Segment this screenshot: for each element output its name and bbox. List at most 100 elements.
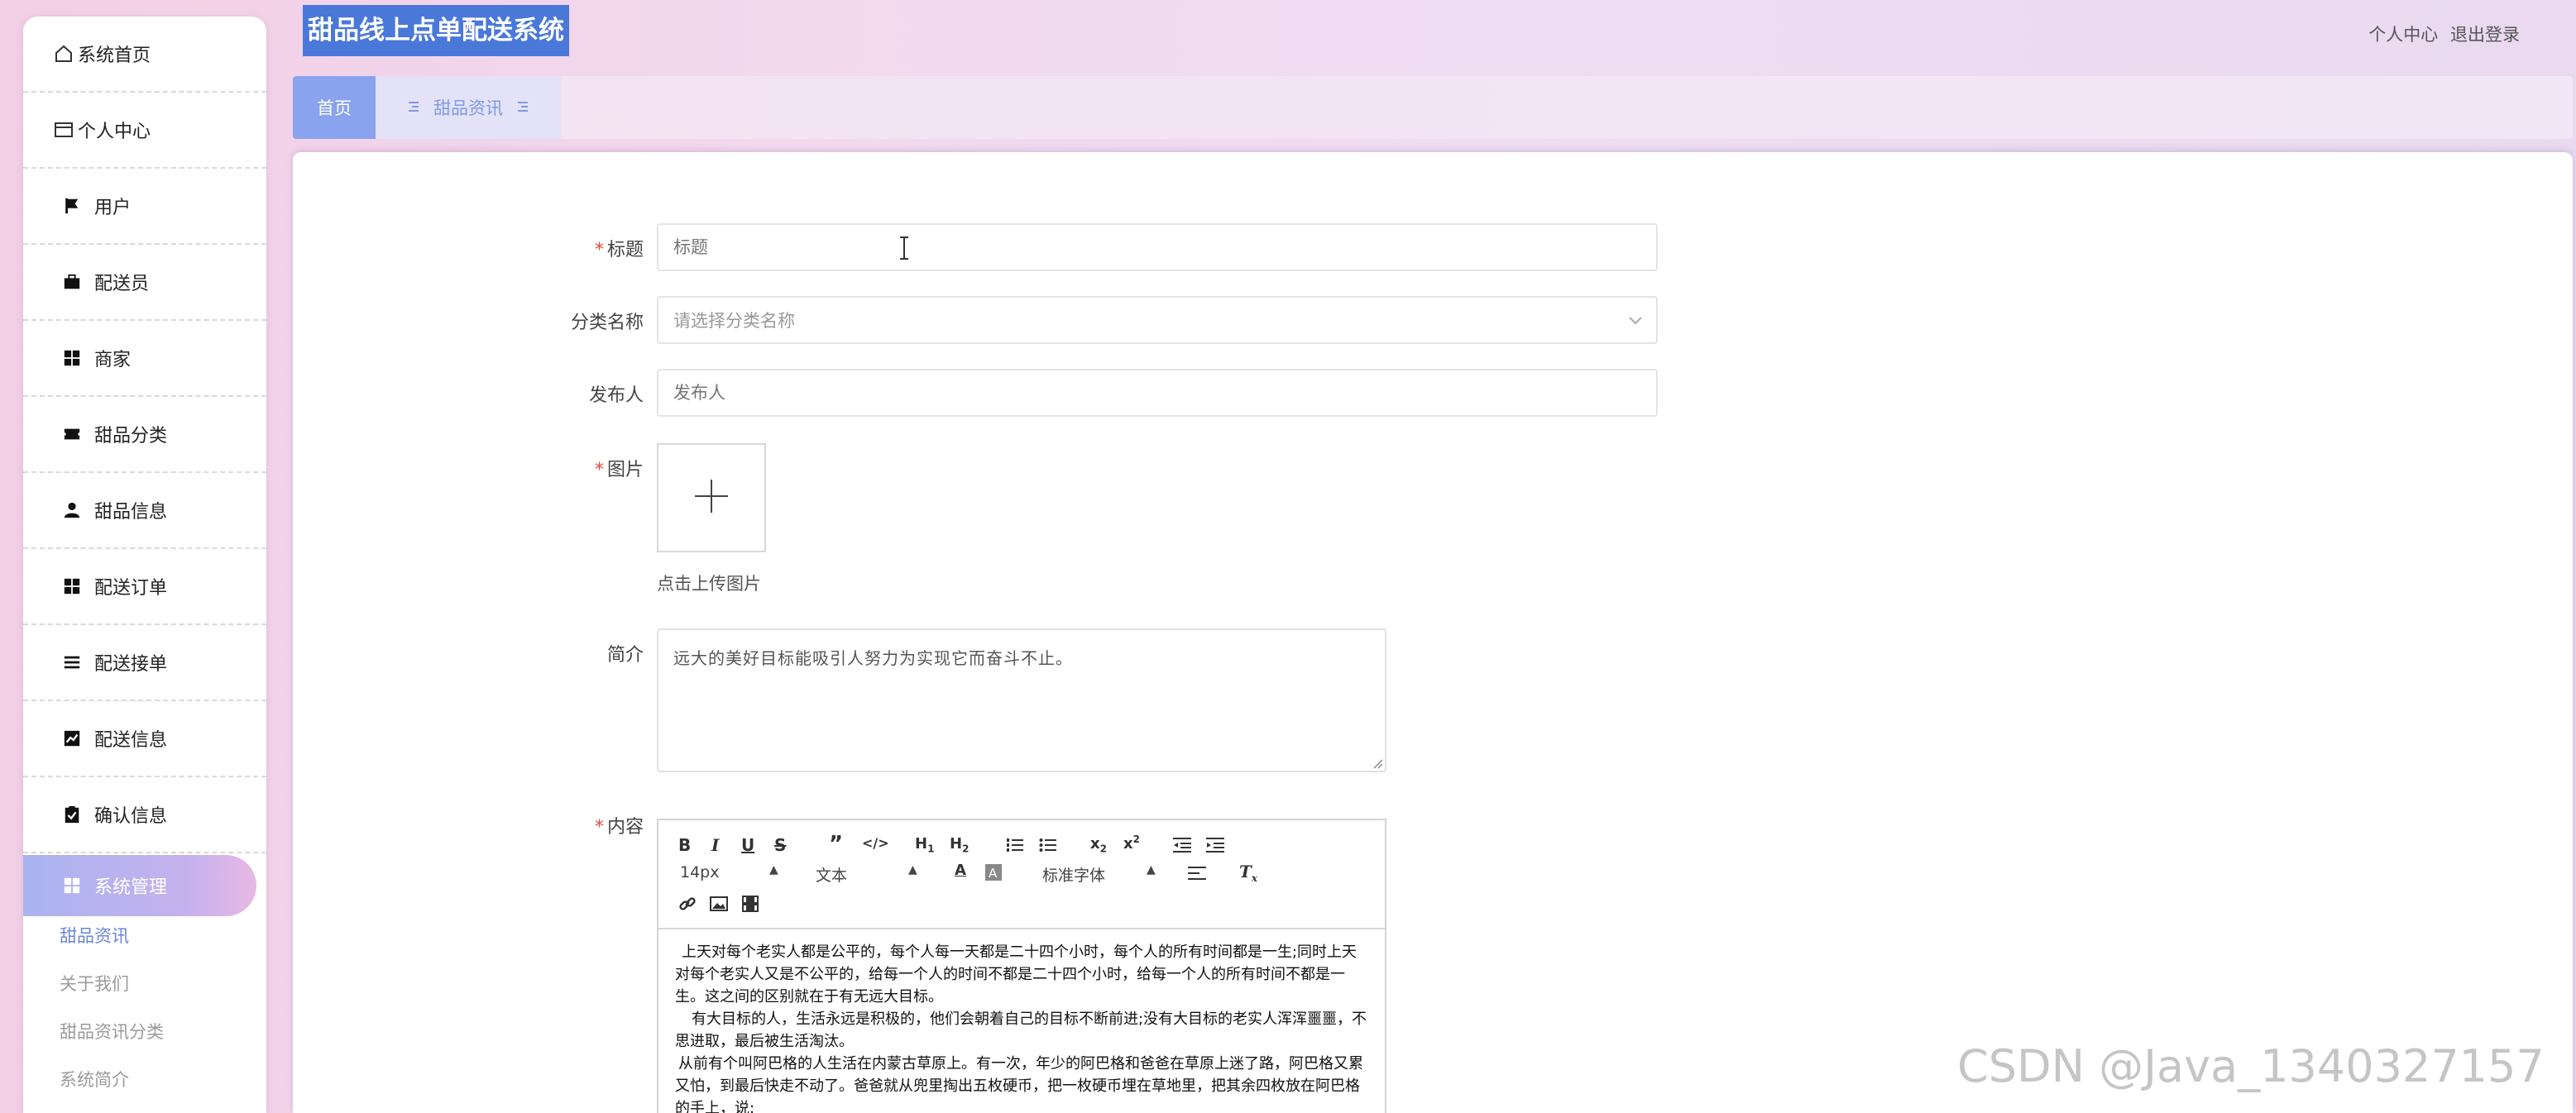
bullet-list-icon[interactable] bbox=[1039, 837, 1057, 857]
blockquote-icon[interactable]: ” bbox=[829, 832, 843, 857]
sidebar-subitem-about-us[interactable]: 关于我们 bbox=[60, 971, 129, 996]
sidebar-item-label: 配送员 bbox=[94, 274, 150, 294]
sidebar-item-dessert-info[interactable]: 甜品信息 bbox=[23, 473, 266, 549]
sidebar-subitem-system-intro[interactable]: 系统简介 bbox=[60, 1067, 129, 1092]
grid-icon bbox=[61, 576, 83, 597]
text-style-select[interactable]: 文本 bbox=[816, 863, 847, 886]
background-color-icon[interactable]: A bbox=[984, 863, 1003, 885]
tab-home[interactable]: 首页 bbox=[293, 76, 376, 139]
font-size-select[interactable]: 14px bbox=[680, 863, 719, 881]
category-label: 分类名称 bbox=[570, 313, 644, 333]
category-select[interactable]: 请选择分类名称 bbox=[657, 296, 1658, 344]
chevron-down-icon bbox=[1628, 310, 1643, 330]
italic-icon[interactable]: I bbox=[711, 835, 719, 855]
updown-caret-icon: ▲︎ bbox=[1147, 863, 1156, 877]
home-icon bbox=[53, 43, 74, 64]
editor-toolbar: B I U S ” </> H1 H2 x2 x2 14px ▲︎ 文本 ▲︎ … bbox=[658, 820, 1385, 929]
tabs-bar: 首页 甜品资讯 bbox=[293, 76, 2573, 139]
app-title: 甜品线上点单配送系统 bbox=[303, 5, 569, 56]
intro-value: 远大的美好目标能吸引人努力为实现它而奋斗不止。 bbox=[673, 648, 1073, 668]
menu-lines-icon bbox=[518, 98, 528, 117]
updown-caret-icon: ▲︎ bbox=[769, 863, 778, 877]
logout-link[interactable]: 退出登录 bbox=[2450, 25, 2520, 45]
sidebar-item-label: 确认信息 bbox=[94, 806, 168, 827]
sidebar-item-label: 系统管理 bbox=[94, 877, 168, 898]
strikethrough-icon[interactable]: S bbox=[774, 835, 786, 855]
publisher-label: 发布人 bbox=[588, 385, 644, 406]
flag-icon bbox=[61, 195, 83, 217]
grid-icon bbox=[61, 347, 83, 369]
intro-textarea[interactable]: 远大的美好目标能吸引人努力为实现它而奋斗不止。 bbox=[657, 628, 1386, 772]
list-icon bbox=[61, 652, 83, 673]
align-icon[interactable] bbox=[1188, 865, 1206, 885]
sidebar-item-system-management[interactable]: 系统管理 bbox=[23, 855, 256, 916]
underline-icon[interactable]: U bbox=[741, 835, 754, 855]
sidebar-subitem-news-category[interactable]: 甜品资讯分类 bbox=[60, 1019, 164, 1044]
tab-label: 甜品资讯 bbox=[433, 98, 503, 118]
chart-icon bbox=[61, 728, 83, 749]
ticket-icon bbox=[61, 423, 83, 445]
code-icon[interactable]: </> bbox=[862, 835, 889, 851]
menu-lines-icon bbox=[409, 98, 419, 117]
header-links: 个人中心 退出登录 bbox=[2362, 21, 2520, 46]
grid-icon bbox=[61, 875, 83, 896]
resize-grip-icon[interactable] bbox=[1372, 757, 1383, 769]
editor-paragraph: 从前有个叫阿巴格的人生活在内蒙古草原上。有一次，年少的阿巴格和爸爸在草原上迷了路… bbox=[675, 1055, 1363, 1113]
font-color-icon[interactable]: A bbox=[955, 862, 966, 879]
title-label: * 标题 bbox=[594, 240, 644, 260]
sidebar-item-users[interactable]: 用户 bbox=[23, 169, 266, 245]
sidebar-item-label: 配送订单 bbox=[94, 578, 168, 599]
video-icon[interactable] bbox=[741, 895, 759, 916]
sidebar-item-label: 用户 bbox=[94, 198, 132, 218]
font-family-select[interactable]: 标准字体 bbox=[1042, 863, 1105, 886]
upload-hint: 点击上传图片 bbox=[657, 574, 761, 594]
profile-card-icon bbox=[53, 119, 74, 141]
sidebar-item-label: 系统首页 bbox=[78, 45, 151, 66]
sidebar: 系统首页 个人中心 用户 配送员 商家 甜品分类 甜品信息 配送订单 配送接单 … bbox=[23, 17, 266, 1113]
heading1-icon[interactable]: H1 bbox=[915, 835, 934, 855]
sidebar-item-delivery-orders[interactable]: 配送订单 bbox=[23, 549, 266, 625]
sidebar-item-home[interactable]: 系统首页 bbox=[23, 17, 266, 93]
superscript-icon[interactable]: x2 bbox=[1123, 834, 1140, 853]
sidebar-item-label: 配送信息 bbox=[94, 730, 168, 751]
sidebar-item-merchants[interactable]: 商家 bbox=[23, 321, 266, 397]
bold-icon[interactable]: B bbox=[678, 835, 691, 855]
text-cursor-icon bbox=[900, 236, 908, 260]
sidebar-item-label: 甜品信息 bbox=[94, 502, 168, 523]
rich-text-editor[interactable]: B I U S ” </> H1 H2 x2 x2 14px ▲︎ 文本 ▲︎ … bbox=[657, 819, 1386, 1113]
sidebar-item-delivery-info[interactable]: 配送信息 bbox=[23, 701, 266, 777]
heading2-icon[interactable]: H2 bbox=[950, 835, 969, 855]
clear-format-icon[interactable]: Tx bbox=[1239, 862, 1257, 884]
sidebar-item-couriers[interactable]: 配送员 bbox=[23, 245, 266, 321]
ordered-list-icon[interactable] bbox=[1006, 837, 1024, 857]
publisher-input[interactable] bbox=[657, 369, 1658, 417]
link-icon[interactable] bbox=[678, 895, 697, 916]
updown-caret-icon: ▲︎ bbox=[908, 863, 917, 877]
image-icon[interactable] bbox=[710, 895, 728, 916]
content-label: * 内容 bbox=[594, 817, 644, 838]
editor-content[interactable]: 上天对每个老实人都是公平的，每个人每一天都是二十四个小时，每个人的所有时间都是一… bbox=[658, 929, 1385, 1113]
sidebar-subitem-dessert-news[interactable]: 甜品资讯 bbox=[60, 923, 129, 948]
svg-text:A: A bbox=[989, 866, 998, 881]
category-placeholder: 请选择分类名称 bbox=[673, 311, 795, 331]
sidebar-item-confirm-info[interactable]: 确认信息 bbox=[23, 777, 266, 853]
subscript-icon[interactable]: x2 bbox=[1090, 835, 1107, 855]
sidebar-item-profile[interactable]: 个人中心 bbox=[23, 93, 266, 169]
outdent-icon[interactable] bbox=[1173, 837, 1191, 857]
required-mark: * bbox=[594, 817, 604, 838]
user-icon bbox=[61, 499, 83, 521]
sidebar-item-label: 甜品分类 bbox=[94, 426, 168, 447]
tab-dessert-news[interactable]: 甜品资讯 bbox=[376, 76, 561, 139]
editor-paragraph: 有大目标的人，生活永远是积极的，他们会朝着自己的目标不断前进;没有大目标的老实人… bbox=[675, 1010, 1367, 1050]
required-mark: * bbox=[594, 460, 604, 480]
watermark: CSDN @Java_1340327157 bbox=[1957, 1040, 2545, 1092]
image-upload-button[interactable] bbox=[657, 443, 766, 552]
intro-label: 简介 bbox=[606, 645, 644, 666]
sidebar-item-delivery-accept[interactable]: 配送接单 bbox=[23, 625, 266, 701]
required-mark: * bbox=[594, 240, 604, 260]
clipboard-check-icon bbox=[61, 804, 83, 825]
title-input[interactable] bbox=[657, 223, 1658, 271]
indent-icon[interactable] bbox=[1206, 837, 1224, 857]
profile-link[interactable]: 个人中心 bbox=[2368, 25, 2438, 45]
sidebar-item-dessert-category[interactable]: 甜品分类 bbox=[23, 397, 266, 473]
